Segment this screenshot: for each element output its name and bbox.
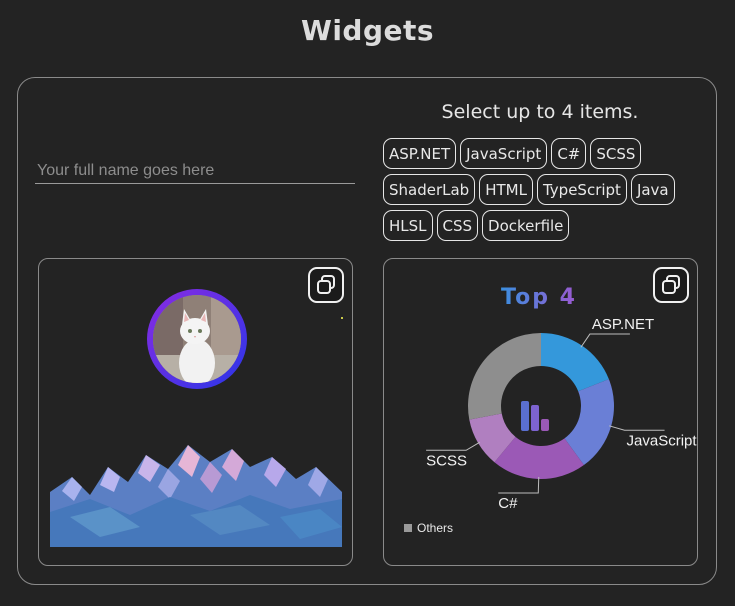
leader-line-c- [498,476,540,494]
bar-chart-icon [521,401,549,431]
top-languages-card: Top 4 ASP.NET JavaScript C# SCSS Others [383,258,698,566]
copy-button[interactable] [308,267,344,303]
legend-label-others: Others [417,521,454,535]
chip-javascript[interactable]: JavaScript [460,138,548,169]
select-hint: Select up to 4 items. [441,101,639,123]
data-label-javascript: JavaScript [627,432,698,449]
data-label-scss: SCSS [426,452,467,469]
data-label-c-: C# [498,495,518,512]
data-label-asp-net: ASP.NET [592,316,654,333]
page-title: Widgets [300,14,435,47]
leader-line-scss [426,441,481,451]
slice-others [468,333,541,420]
language-chip-list: ASP.NET JavaScript C# SCSS ShaderLab HTML Type… [383,138,703,241]
chip-scss[interactable]: SCSS [590,138,642,169]
chip-css[interactable]: CSS [436,210,479,241]
leader-line-asp-net [580,333,630,348]
chip-asp-net[interactable]: ASP.NET [383,138,457,169]
chip-c[interactable]: C# [551,138,587,169]
chip-typescript[interactable]: TypeScript [536,174,627,205]
slice-asp-net [541,333,609,392]
chart-title: Top 4 [501,285,577,310]
mountains-illustration [50,445,342,547]
copy-icon [317,275,335,294]
donut-chart: Top 4 ASP.NET JavaScript C# SCSS [426,285,698,512]
chart-legend: Others [404,521,453,535]
leader-line-javascript [609,425,665,431]
chip-html[interactable]: HTML [479,174,533,205]
profile-card [38,258,353,566]
marker-dot [341,317,343,319]
chip-shaderlab[interactable]: ShaderLab [383,174,476,205]
chip-dockerfile[interactable]: Dockerfile [482,210,570,241]
cat-photo [153,295,241,383]
full-name-input[interactable] [35,158,355,184]
avatar [147,289,247,389]
chip-java[interactable]: Java [630,174,675,205]
legend-swatch-others [404,524,412,532]
chip-hlsl[interactable]: HLSL [383,210,433,241]
